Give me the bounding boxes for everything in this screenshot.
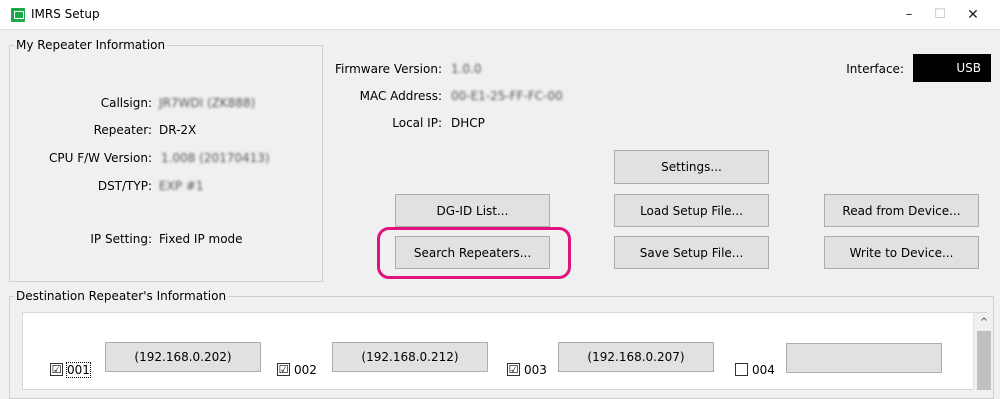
entry-number-003: 003: [524, 363, 547, 377]
dgid-list-button[interactable]: DG-ID List...: [395, 194, 550, 227]
firmware-label: Firmware Version:: [335, 62, 442, 76]
entry-checkbox-003[interactable]: ☑: [507, 363, 520, 376]
minimize-button[interactable]: –: [894, 4, 924, 26]
save-setup-file-button[interactable]: Save Setup File...: [614, 236, 769, 269]
write-to-device-button[interactable]: Write to Device...: [824, 236, 979, 269]
ip-setting-value: Fixed IP mode: [159, 232, 243, 246]
destination-repeater-info-legend: Destination Repeater's Information: [16, 289, 227, 303]
window-title: IMRS Setup: [31, 7, 100, 21]
maximize-button[interactable]: ☐: [925, 4, 955, 26]
scroll-thumb[interactable]: [977, 331, 991, 390]
local-ip-value: DHCP: [451, 116, 485, 130]
close-button[interactable]: ✕: [958, 4, 988, 26]
entry-checkbox-002[interactable]: ☑: [277, 363, 290, 376]
dst-typ-label: DST/TYP:: [97, 179, 152, 193]
settings-button[interactable]: Settings...: [614, 150, 769, 184]
read-from-device-button[interactable]: Read from Device...: [824, 194, 979, 227]
local-ip-label: Local IP:: [392, 116, 442, 130]
vertical-scrollbar[interactable]: ^: [973, 313, 993, 390]
load-setup-file-button[interactable]: Load Setup File...: [614, 194, 769, 227]
repeater-label: Repeater:: [93, 123, 152, 137]
repeater-value: DR-2X: [159, 123, 197, 137]
entry-checkbox-004[interactable]: [735, 363, 748, 376]
entry-number-004: 004: [752, 363, 775, 377]
firmware-value: 1.0.0: [451, 62, 482, 76]
mac-address-value: 00-E1-25-FF-FC-00: [451, 89, 563, 103]
interface-label: Interface:: [846, 62, 904, 76]
entry-ip-button-003[interactable]: (192.168.0.207): [558, 342, 714, 372]
entry-number-001: 001: [66, 362, 91, 378]
entry-ip-button-001[interactable]: (192.168.0.202): [105, 342, 261, 372]
entry-checkbox-001[interactable]: ☑: [50, 363, 63, 376]
mac-address-label: MAC Address:: [359, 89, 442, 103]
search-repeaters-highlight: [377, 227, 571, 279]
my-repeater-info-legend: My Repeater Information: [16, 38, 166, 52]
callsign-value: JR7WDI (ZK888): [159, 96, 256, 110]
entry-ip-button-002[interactable]: (192.168.0.212): [332, 342, 488, 372]
entry-ip-button-004[interactable]: [786, 343, 942, 373]
interface-value: USB: [913, 54, 991, 82]
scroll-up-arrow-icon[interactable]: ^: [974, 317, 994, 328]
cpu-fw-label: CPU F/W Version:: [48, 151, 152, 165]
app-icon: [11, 8, 25, 22]
callsign-label: Callsign:: [100, 96, 152, 110]
ip-setting-label: IP Setting:: [90, 232, 152, 246]
dst-typ-value: EXP #1: [159, 179, 204, 193]
cpu-fw-value: 1.008 (20170413): [161, 151, 270, 165]
title-bar: IMRS Setup – ☐ ✕: [0, 0, 1000, 30]
entry-number-002: 002: [294, 363, 317, 377]
